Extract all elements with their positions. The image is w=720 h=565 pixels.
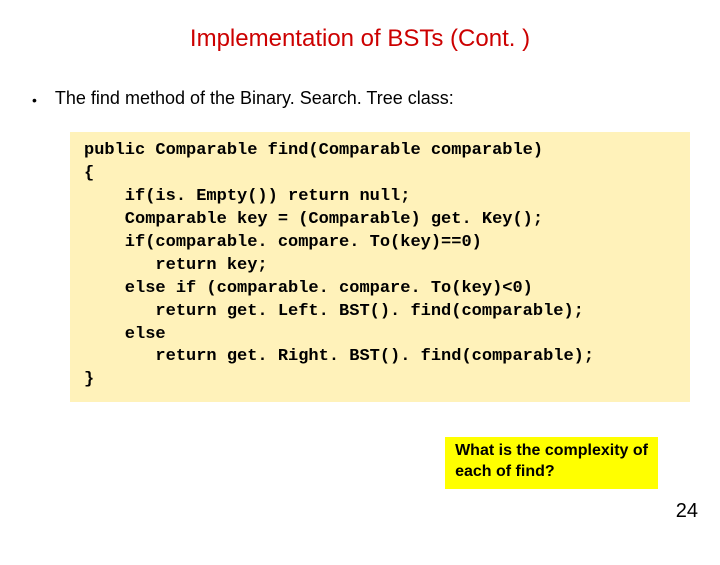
bullet-item: • The find method of the Binary. Search.… xyxy=(32,88,720,112)
question-line-1: What is the complexity of xyxy=(455,441,648,462)
code-block: public Comparable find(Comparable compar… xyxy=(70,132,690,402)
slide-title: Implementation of BSTs (Cont. ) xyxy=(0,25,720,53)
bullet-text: The find method of the Binary. Search. T… xyxy=(55,88,454,109)
question-callout: What is the complexity of each of find? xyxy=(445,437,658,489)
question-line-2: each of find? xyxy=(455,462,648,483)
page-number: 24 xyxy=(676,500,698,523)
bullet-marker: • xyxy=(32,88,37,112)
